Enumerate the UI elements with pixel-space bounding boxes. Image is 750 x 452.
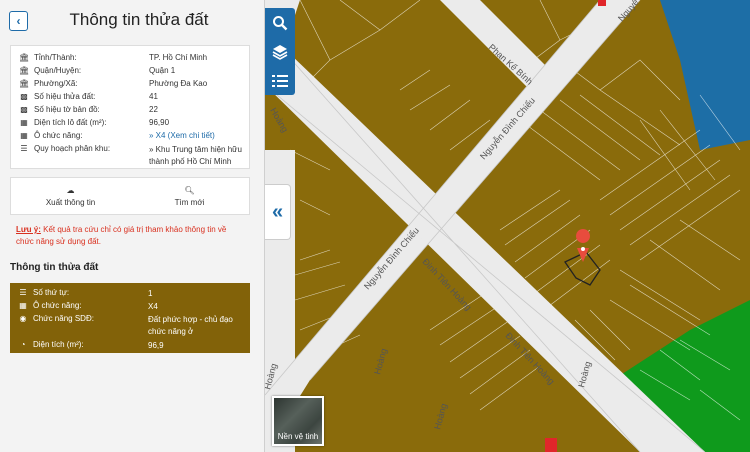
export-info-button[interactable]: ☁ Xuất thông tin [11, 178, 130, 214]
list-icon: ☰ [19, 288, 27, 297]
info-row-province: 🏛 Tỉnh/Thành: TP. Hồ Chí Minh [19, 53, 249, 66]
parcel-info-panel: ‹ Thông tin thửa đất 🏛 Tỉnh/Thành: TP. H… [0, 0, 265, 452]
detail-row-area: ◔ Diện tích (m²): 96,9 [18, 340, 248, 352]
search-icon [273, 15, 288, 30]
action-card: ☁ Xuất thông tin 🔍︎ Tìm mới [10, 177, 250, 215]
detail-value: X4 [148, 302, 158, 311]
globe-icon: ◉ [19, 314, 27, 323]
back-button[interactable]: ‹ [9, 11, 28, 31]
info-value: 22 [149, 105, 158, 114]
checker-icon: ▦ [20, 118, 28, 127]
detail-row-order: ☰ Số thứ tự: 1 [18, 288, 248, 300]
pie-icon: ◔ [20, 340, 26, 349]
double-chevron-left-icon: « [271, 200, 284, 223]
export-info-label: Xuất thông tin [45, 197, 96, 207]
detail-label: Ô chức năng: [33, 301, 82, 310]
list-icon: ☰ [20, 144, 28, 153]
list-icon [272, 74, 288, 87]
info-label: Số hiệu tờ bản đồ: [34, 105, 100, 114]
info-label: Quy hoạch phân khu: [34, 144, 111, 153]
chevron-left-icon: ‹ [16, 14, 21, 28]
grid-icon: ▦ [19, 301, 27, 310]
section-title: Thông tin thửa đất [10, 262, 99, 273]
layers-icon [272, 44, 288, 60]
layers-button[interactable] [265, 37, 295, 66]
detail-row-land-use: ◉ Chức năng SDĐ: Đất phức hợp - chủ đạo … [18, 314, 248, 338]
location-marker-icon[interactable] [576, 229, 591, 262]
street-label: Hoàng [372, 347, 389, 375]
info-value: Quận 1 [149, 66, 176, 75]
street-label: Hoàng [268, 106, 290, 134]
bank-icon: 🏛 [19, 79, 30, 88]
cloud-download-icon: ☁ [66, 185, 75, 195]
search-map-button[interactable] [265, 8, 295, 37]
info-value: TP. Hồ Chí Minh [149, 53, 208, 62]
red-block [598, 0, 606, 6]
basemap-label: Nền vệ tinh [277, 432, 319, 441]
info-value: 96,90 [149, 118, 170, 127]
detail-label: Số thứ tự: [33, 288, 70, 297]
new-search-label: Tìm mới [174, 197, 205, 207]
new-search-button[interactable]: 🔍︎ Tìm mới [130, 178, 249, 214]
panel-header: ‹ Thông tin thửa đất [0, 0, 264, 40]
info-value: » Khu Trung tâm hiện hữu thành phố Hồ Ch… [149, 145, 242, 166]
info-row-zoning: ☰ Quy hoạch phân khu: » Khu Trung tâm hi… [19, 144, 249, 168]
road-dinh-tien-hoang [265, 30, 705, 452]
info-label: Tỉnh/Thành: [34, 53, 77, 62]
detail-value: 1 [148, 289, 153, 298]
view-detail-link[interactable]: » X4 (Xem chi tiết) [149, 131, 249, 144]
info-value: 41 [149, 92, 158, 101]
info-value: Phường Đa Kao [149, 79, 208, 88]
info-row-parcel-number: ▩ Số hiệu thửa đất: 41 [19, 92, 249, 105]
detail-row-function-cell: ▦ Ô chức năng: X4 [18, 301, 248, 313]
detail-value: Đất phức hợp - chủ đạo chức năng ở [148, 315, 233, 336]
info-label: Phường/Xã: [34, 79, 78, 88]
disclaimer-note: Lưu ý: Kết quả tra cứu chỉ có giá trị th… [16, 224, 244, 248]
checker-icon: ▦ [20, 131, 28, 140]
info-label: Quận/Huyện: [34, 66, 82, 75]
info-label: Số hiệu thửa đất: [34, 92, 96, 101]
page-title: Thông tin thửa đất [69, 10, 209, 29]
legend-list-button[interactable] [265, 66, 295, 95]
street-label: Hoàng [432, 402, 449, 430]
info-label: Ô chức năng: [34, 131, 83, 140]
detail-label: Diện tích (m²): [33, 340, 84, 349]
info-label: Diện tích lô đất (m²): [34, 118, 107, 127]
map-icon: ▩ [20, 105, 28, 114]
info-row-ward: 🏛 Phường/Xã: Phường Đa Kao [19, 79, 249, 92]
note-prefix: Lưu ý: [16, 225, 41, 234]
parcel-info-card: 🏛 Tỉnh/Thành: TP. Hồ Chí Minh 🏛 Quận/Huy… [10, 45, 250, 169]
bank-icon: 🏛 [19, 66, 30, 75]
map-icon: ▩ [20, 92, 28, 101]
info-row-function-cell: ▦ Ô chức năng: » X4 (Xem chi tiết) [19, 131, 249, 144]
map-toolbar [265, 8, 295, 95]
parcel-detail-card: ☰ Số thứ tự: 1 ▦ Ô chức năng: X4 ◉ Chức … [10, 283, 250, 353]
search-icon: 🔍︎ [184, 185, 195, 195]
info-row-district: 🏛 Quận/Huyện: Quận 1 [19, 66, 249, 79]
detail-label: Chức năng SDĐ: [33, 314, 94, 323]
collapse-panel-button[interactable]: « [265, 184, 291, 240]
note-text: Kết quả tra cứu chỉ có giá trị tham khảo… [16, 225, 227, 246]
info-row-map-sheet: ▩ Số hiệu tờ bản đồ: 22 [19, 105, 249, 118]
satellite-basemap-toggle[interactable]: Nền vệ tinh [272, 396, 324, 446]
red-block [545, 438, 557, 452]
detail-value: 96,9 [148, 341, 164, 350]
bank-icon: 🏛 [19, 53, 30, 62]
info-row-area: ▦ Diện tích lô đất (m²): 96,90 [19, 118, 249, 131]
